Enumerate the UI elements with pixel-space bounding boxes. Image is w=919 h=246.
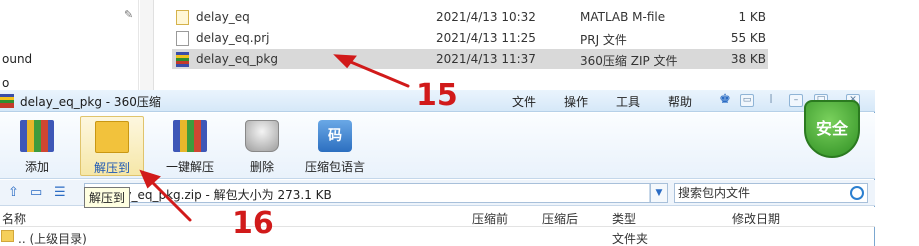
column-headers: 名称 压缩前 压缩后 类型 修改日期 <box>0 207 875 227</box>
add-archive-icon <box>20 120 54 152</box>
extract-to-button[interactable]: 解压到 <box>80 116 144 176</box>
encoding-icon: 码 <box>318 120 352 152</box>
extract-folder-icon <box>95 121 129 153</box>
file-size: 55 KB <box>730 31 766 45</box>
separator-icon: | <box>769 94 773 104</box>
file-date: 2021/4/13 11:37 <box>436 52 536 66</box>
tooltip: 解压到 <box>84 187 131 208</box>
address-bar: ⇧ ▭ ☰ ay_eq_pkg.zip - 解包大小为 273.1 KB ∨ ▼ <box>0 180 875 206</box>
column-size-before[interactable]: 压缩前 <box>472 210 508 227</box>
menu-help[interactable]: 帮助 <box>668 93 692 110</box>
file-row[interactable]: delay_eq 2021/4/13 10:32 MATLAB M-file 1… <box>172 7 768 27</box>
address-text: ay_eq_pkg.zip - 解包大小为 273.1 KB <box>117 188 332 202</box>
list-view-icon[interactable]: ☰ <box>54 185 66 201</box>
file-date: 2021/4/13 11:25 <box>436 31 536 45</box>
add-label: 添加 <box>24 160 49 174</box>
matlab-file-icon <box>176 10 189 25</box>
parent-directory-type: 文件夹 <box>612 232 649 246</box>
file-row-selected[interactable]: delay_eq_pkg 2021/4/13 11:37 360压缩 ZIP 文… <box>172 49 768 69</box>
folder-icon <box>1 230 14 242</box>
file-type: MATLAB M-file <box>580 10 666 24</box>
one-click-extract-icon <box>173 120 207 152</box>
file-name: delay_eq <box>196 10 250 24</box>
details-view-icon[interactable]: ▭ <box>30 185 42 201</box>
column-size-after[interactable]: 压缩后 <box>542 210 578 227</box>
minimize-icon[interactable]: – <box>789 94 803 107</box>
one-click-extract-label: 一键解压 <box>165 160 214 174</box>
skin-icon[interactable]: ♚ <box>718 93 732 107</box>
annotation-label-15: 15 <box>416 78 458 113</box>
trash-icon <box>245 120 279 152</box>
annotation-label-16: 16 <box>232 206 274 241</box>
one-click-extract-button[interactable]: 一键解压 <box>158 116 222 176</box>
column-modified[interactable]: 修改日期 <box>732 210 780 227</box>
delete-button[interactable]: 删除 <box>232 116 292 176</box>
address-field[interactable]: ay_eq_pkg.zip - 解包大小为 273.1 KB ∨ <box>84 183 668 203</box>
file-name: delay_eq.prj <box>196 31 270 45</box>
navigation-pane: ✎ ound o <box>0 0 139 90</box>
menu-file[interactable]: 文件 <box>512 93 536 110</box>
toolbar: 添加 解压到 一键解压 删除 码 压缩包语言 <box>0 113 875 179</box>
safe-shield-icon[interactable]: 安全 <box>804 100 860 158</box>
up-arrow-icon[interactable]: ⇧ <box>8 185 19 201</box>
file-type: 360压缩 ZIP 文件 <box>580 54 678 68</box>
search-input[interactable] <box>678 185 846 201</box>
column-name[interactable]: 名称 <box>2 210 26 227</box>
add-button[interactable]: 添加 <box>8 116 66 176</box>
search-box[interactable] <box>674 183 868 203</box>
file-explorer: ✎ ound o delay_eq 2021/4/13 10:32 MATLAB… <box>0 0 919 90</box>
search-icon[interactable] <box>850 186 864 200</box>
menu-tools[interactable]: 工具 <box>616 93 640 110</box>
delete-label: 删除 <box>249 160 274 174</box>
file-name: delay_eq_pkg <box>196 52 278 66</box>
package-language-label: 压缩包语言 <box>304 160 365 174</box>
pin-icon[interactable]: ✎ <box>124 8 133 21</box>
menu-operate[interactable]: 操作 <box>564 93 588 110</box>
app-icon <box>0 94 14 108</box>
parent-directory-name: .. (上级目录) <box>18 232 87 246</box>
package-language-button[interactable]: 码 压缩包语言 <box>296 116 374 176</box>
file-type: PRJ 文件 <box>580 33 627 47</box>
zip-archive-icon <box>176 52 189 67</box>
archive-window: delay_eq_pkg - 360压缩 文件 操作 工具 帮助 ♚ ▭ | –… <box>0 90 875 246</box>
file-size: 1 KB <box>738 10 766 24</box>
history-dropdown-icon[interactable]: ▼ <box>650 183 668 203</box>
parent-directory-row[interactable]: .. (上级目录) 文件夹 <box>0 229 875 246</box>
nav-scrollbar[interactable] <box>140 0 154 90</box>
file-row[interactable]: delay_eq.prj 2021/4/13 11:25 PRJ 文件 55 K… <box>172 28 768 48</box>
extract-to-label: 解压到 <box>93 161 130 175</box>
nav-item[interactable]: ound <box>2 52 32 66</box>
window-title: delay_eq_pkg - 360压缩 <box>20 95 161 109</box>
nav-item[interactable]: o <box>2 76 9 90</box>
document-file-icon <box>176 31 189 46</box>
feedback-icon[interactable]: ▭ <box>740 94 754 107</box>
column-type[interactable]: 类型 <box>612 210 636 227</box>
file-date: 2021/4/13 10:32 <box>436 10 536 24</box>
file-size: 38 KB <box>730 52 766 66</box>
